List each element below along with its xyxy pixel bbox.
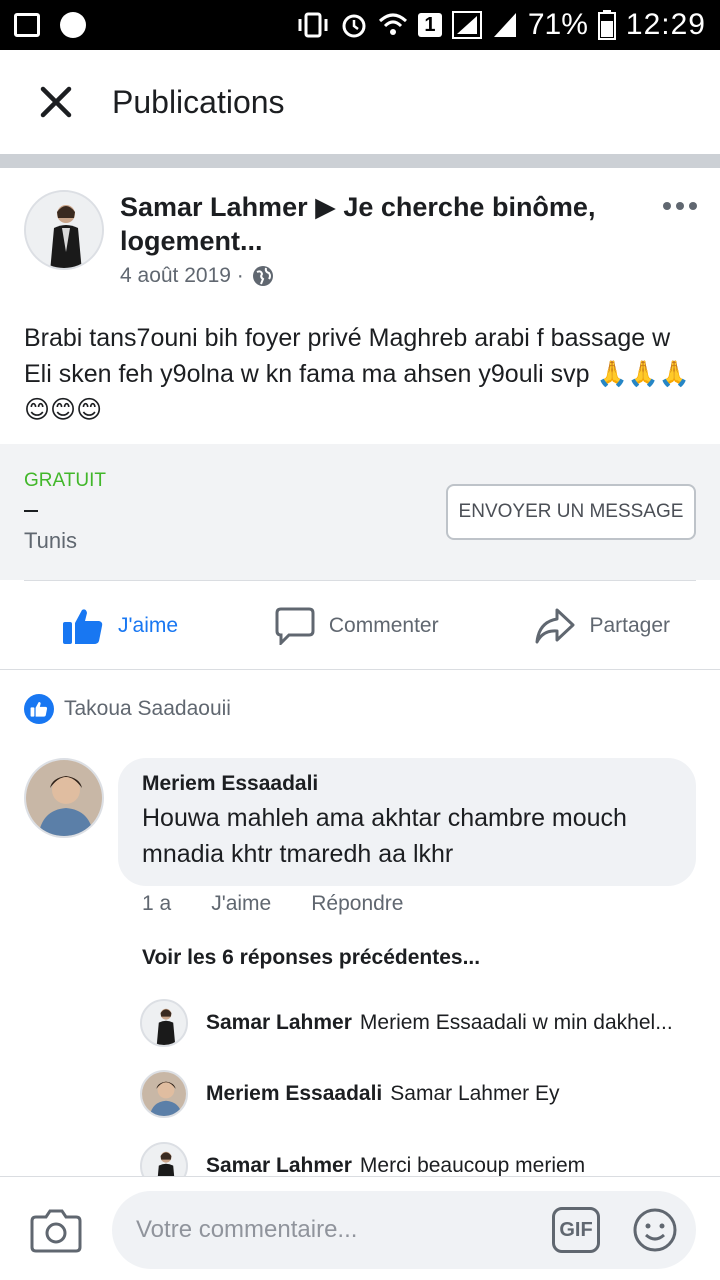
more-options-button[interactable] [656,196,704,216]
vibrate-icon [298,12,328,38]
close-button[interactable] [26,72,86,132]
camera-icon [30,1209,82,1253]
reactions-summary[interactable]: Takoua Saadaouii [24,694,231,724]
comment-author[interactable]: Meriem Essaadali [142,772,672,796]
reply-text: Meriem Essaadali w min dakhel... [359,1011,673,1034]
divider-dash [24,510,38,512]
close-icon [40,86,72,118]
post-header: Samar Lahmer ▶ Je cherche binôme, logeme… [24,186,704,296]
reply-author[interactable]: Meriem Essaadali [206,1082,382,1106]
globe-icon [252,266,273,286]
comment-label: Commenter [328,613,439,637]
battery-percent: 71% [527,8,588,41]
location-label: Tunis [24,528,77,553]
comment-button[interactable]: Commenter [275,607,439,645]
alarm-icon [342,14,366,38]
emoji-icon [633,1208,677,1252]
reply-item: Samar Lahmer Meriem Essaadali w min dakh… [140,998,673,1048]
comment-composer: GIF [0,1176,720,1280]
gif-button[interactable]: GIF [552,1207,600,1253]
reply-author[interactable]: Samar Lahmer [206,1011,352,1035]
reply-text: Merci beaucoup meriem [359,1154,586,1177]
emoji-button[interactable] [632,1207,678,1253]
app-header: Publications [0,50,720,154]
share-label: Partager [589,613,670,637]
share-button[interactable]: Partager [535,607,670,645]
post-actions: J'aime Commenter Partager [24,580,696,670]
header-divider [0,154,720,168]
reply-text: Samar Lahmer Ey [390,1082,560,1105]
gallery-notification-icon [14,13,40,37]
comment-like-link[interactable]: J'aime [211,892,271,916]
status-bar: 1 71% 12:29 [0,0,720,50]
comment-age: 1 a [142,892,172,915]
wifi-icon [378,13,407,35]
post-text: Brabi tans7ouni bih foyer privé Maghreb … [24,324,690,424]
camera-button[interactable] [30,1207,82,1253]
reply-author[interactable]: Samar Lahmer [206,1154,352,1178]
actions-divider [0,669,720,670]
battery-icon [597,10,616,40]
thumbs-up-icon [63,608,103,644]
signal-icon [451,11,482,39]
settings-notification-icon [60,12,86,38]
signal-2-icon [493,13,516,37]
reply-avatar[interactable] [140,999,188,1047]
comment-bubble: Meriem Essaadali Houwa mahleh ama akhtar… [118,758,696,886]
commenter-avatar[interactable] [24,758,104,838]
author-avatar[interactable] [24,190,104,270]
liker-name: Takoua Saadaouii [64,697,231,720]
send-message-button[interactable]: ENVOYER UN MESSAGE [446,484,696,540]
marketplace-info: GRATUIT Tunis ENVOYER UN MESSAGE [0,444,720,580]
sim-icon: 1 [417,13,442,37]
comment-input[interactable] [112,1191,696,1269]
post-meta: 4 août 2019 · [120,264,274,288]
comment-actions: 1 a J'aime Répondre [142,892,403,916]
clock: 12:29 [625,8,706,41]
post-date: 4 août 2019 · [120,264,244,287]
share-icon [535,608,575,643]
like-reaction-icon [24,694,54,724]
reply-avatar[interactable] [140,1070,188,1118]
comment-icon [275,607,315,645]
view-previous-replies-link[interactable]: Voir les 6 réponses précédentes... [142,946,480,970]
like-label: J'aime [118,613,179,637]
reply-item: Meriem Essaadali Samar Lahmer Ey [140,1069,560,1119]
comment-text: Houwa mahleh ama akhtar chambre mouch mn… [142,804,627,868]
page-title: Publications [112,83,285,120]
post-author-group[interactable]: Samar Lahmer ▶ Je cherche binôme, logeme… [120,190,620,258]
price-label: GRATUIT [24,470,106,491]
comment-reply-link[interactable]: Répondre [311,892,403,916]
like-button[interactable]: J'aime [62,607,178,645]
